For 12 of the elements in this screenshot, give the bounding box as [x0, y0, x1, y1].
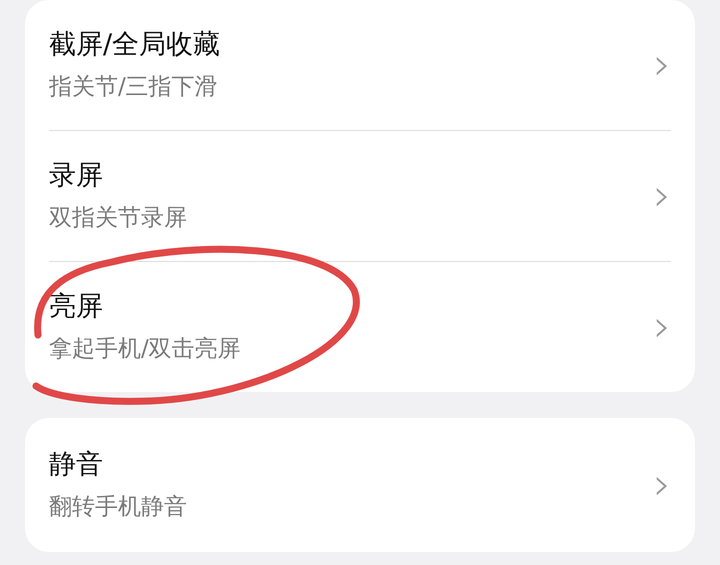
chevron-icon[interactable]: ›: [653, 463, 671, 507]
setting-subtitle: 双指关节录屏: [49, 204, 187, 233]
setting-title: 亮屏: [49, 290, 104, 324]
chevron-icon[interactable]: ›: [653, 43, 671, 87]
setting-title: 截屏/全局收藏: [49, 28, 220, 62]
chevron-icon[interactable]: ›: [653, 305, 671, 349]
chevron-icon[interactable]: ›: [653, 174, 671, 218]
setting-title: 录屏: [49, 159, 104, 193]
setting-subtitle: 拿起手机/双击亮屏: [49, 335, 241, 364]
setting-title: 静音: [49, 448, 104, 482]
setting-subtitle: 翻转手机静音: [49, 493, 187, 522]
setting-subtitle: 指关节/三指下滑: [49, 73, 219, 102]
